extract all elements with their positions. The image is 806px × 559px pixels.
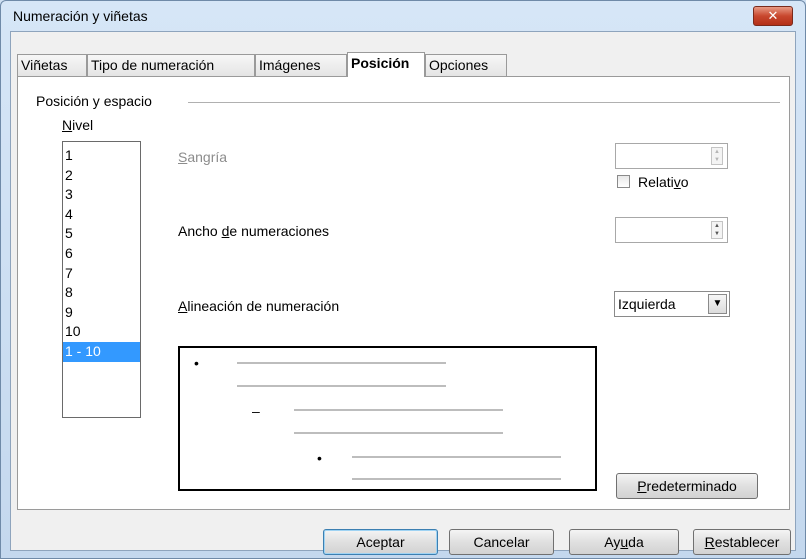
numbering-width-label: Ancho de numeraciones <box>178 223 330 239</box>
list-item[interactable]: 8 <box>63 283 140 303</box>
preview-line <box>352 456 561 458</box>
tab-label: Posición <box>351 55 410 71</box>
dialog-title: Numeración y viñetas <box>13 8 148 24</box>
tab-panel-posicion: Posición y espacio Nivel 1 2 3 4 5 6 7 8… <box>17 76 790 510</box>
preview-bullet-level3: • <box>317 450 322 466</box>
group-label: Posición y espacio <box>36 93 156 109</box>
indent-label: Sangría <box>178 149 228 165</box>
dialog-window: Numeración y viñetas ✕ Viñetas Tipo de n… <box>0 0 806 559</box>
tab-posicion[interactable]: Posición <box>347 52 425 77</box>
preview-line <box>294 409 503 411</box>
list-item[interactable]: 1 <box>63 146 140 166</box>
reset-button[interactable]: Restablecer <box>693 529 791 555</box>
alignment-label: Alineación de numeración <box>178 298 340 314</box>
list-item-selected[interactable]: 1 - 10 <box>63 341 140 362</box>
list-item[interactable]: 7 <box>63 264 140 284</box>
tab-vinetas[interactable]: Viñetas <box>17 54 87 76</box>
alignment-value: Izquierda <box>618 296 676 312</box>
list-item[interactable]: 5 <box>63 224 140 244</box>
preview-bullet-level1: • <box>194 355 199 371</box>
list-item[interactable]: 9 <box>63 303 140 323</box>
relative-checkbox[interactable] <box>617 175 630 188</box>
chevron-down-icon[interactable]: ▼ <box>708 294 727 314</box>
preview-line <box>237 385 446 387</box>
spin-down-icon[interactable]: ▼ <box>712 230 722 238</box>
spin-arrows[interactable]: ▲ ▼ <box>711 221 723 239</box>
help-button[interactable]: Ayuda <box>569 529 679 555</box>
dialog-client: Viñetas Tipo de numeración Imágenes Posi… <box>10 31 796 555</box>
list-item[interactable]: 6 <box>63 244 140 264</box>
ok-button[interactable]: Aceptar <box>323 529 438 555</box>
preview-line <box>237 362 446 364</box>
tab-tipo-numeracion[interactable]: Tipo de numeración <box>87 54 255 76</box>
tab-label: Opciones <box>429 57 489 73</box>
tab-opciones[interactable]: Opciones <box>425 54 507 76</box>
list-item[interactable]: 10 <box>63 322 140 342</box>
spin-up-icon[interactable]: ▲ <box>712 148 722 156</box>
group-separator <box>188 102 780 103</box>
alignment-dropdown[interactable]: Izquierda ▼ <box>614 291 730 317</box>
list-item[interactable]: 3 <box>63 185 140 205</box>
indent-spinbox[interactable]: ▲ ▼ <box>615 143 728 169</box>
tab-label: Imágenes <box>259 57 321 73</box>
numbering-width-spinbox[interactable]: ▲ ▼ <box>615 217 728 243</box>
cancel-button[interactable]: Cancelar <box>449 529 554 555</box>
preview-line <box>352 478 561 480</box>
close-icon: ✕ <box>767 8 779 23</box>
tab-imagenes[interactable]: Imágenes <box>255 54 347 76</box>
spin-up-icon[interactable]: ▲ <box>712 222 722 230</box>
close-button[interactable]: ✕ <box>753 6 793 26</box>
relative-label: Relativo <box>638 174 689 190</box>
tab-label: Viñetas <box>21 57 68 73</box>
default-button[interactable]: Predeterminado <box>616 473 758 499</box>
preview-line <box>294 432 503 434</box>
list-item[interactable]: 2 <box>63 166 140 186</box>
preview-bullet-level2: – <box>252 403 260 419</box>
numbering-preview: • – • <box>178 346 597 491</box>
tab-label: Tipo de numeración <box>91 57 215 73</box>
spin-down-icon[interactable]: ▼ <box>712 156 722 164</box>
level-list[interactable]: 1 2 3 4 5 6 7 8 9 10 1 - 10 <box>62 141 141 418</box>
title-bar[interactable]: Numeración y viñetas ✕ <box>1 1 805 31</box>
list-item[interactable]: 4 <box>63 205 140 225</box>
level-label: Nivel <box>62 117 94 133</box>
spin-arrows[interactable]: ▲ ▼ <box>711 147 723 165</box>
